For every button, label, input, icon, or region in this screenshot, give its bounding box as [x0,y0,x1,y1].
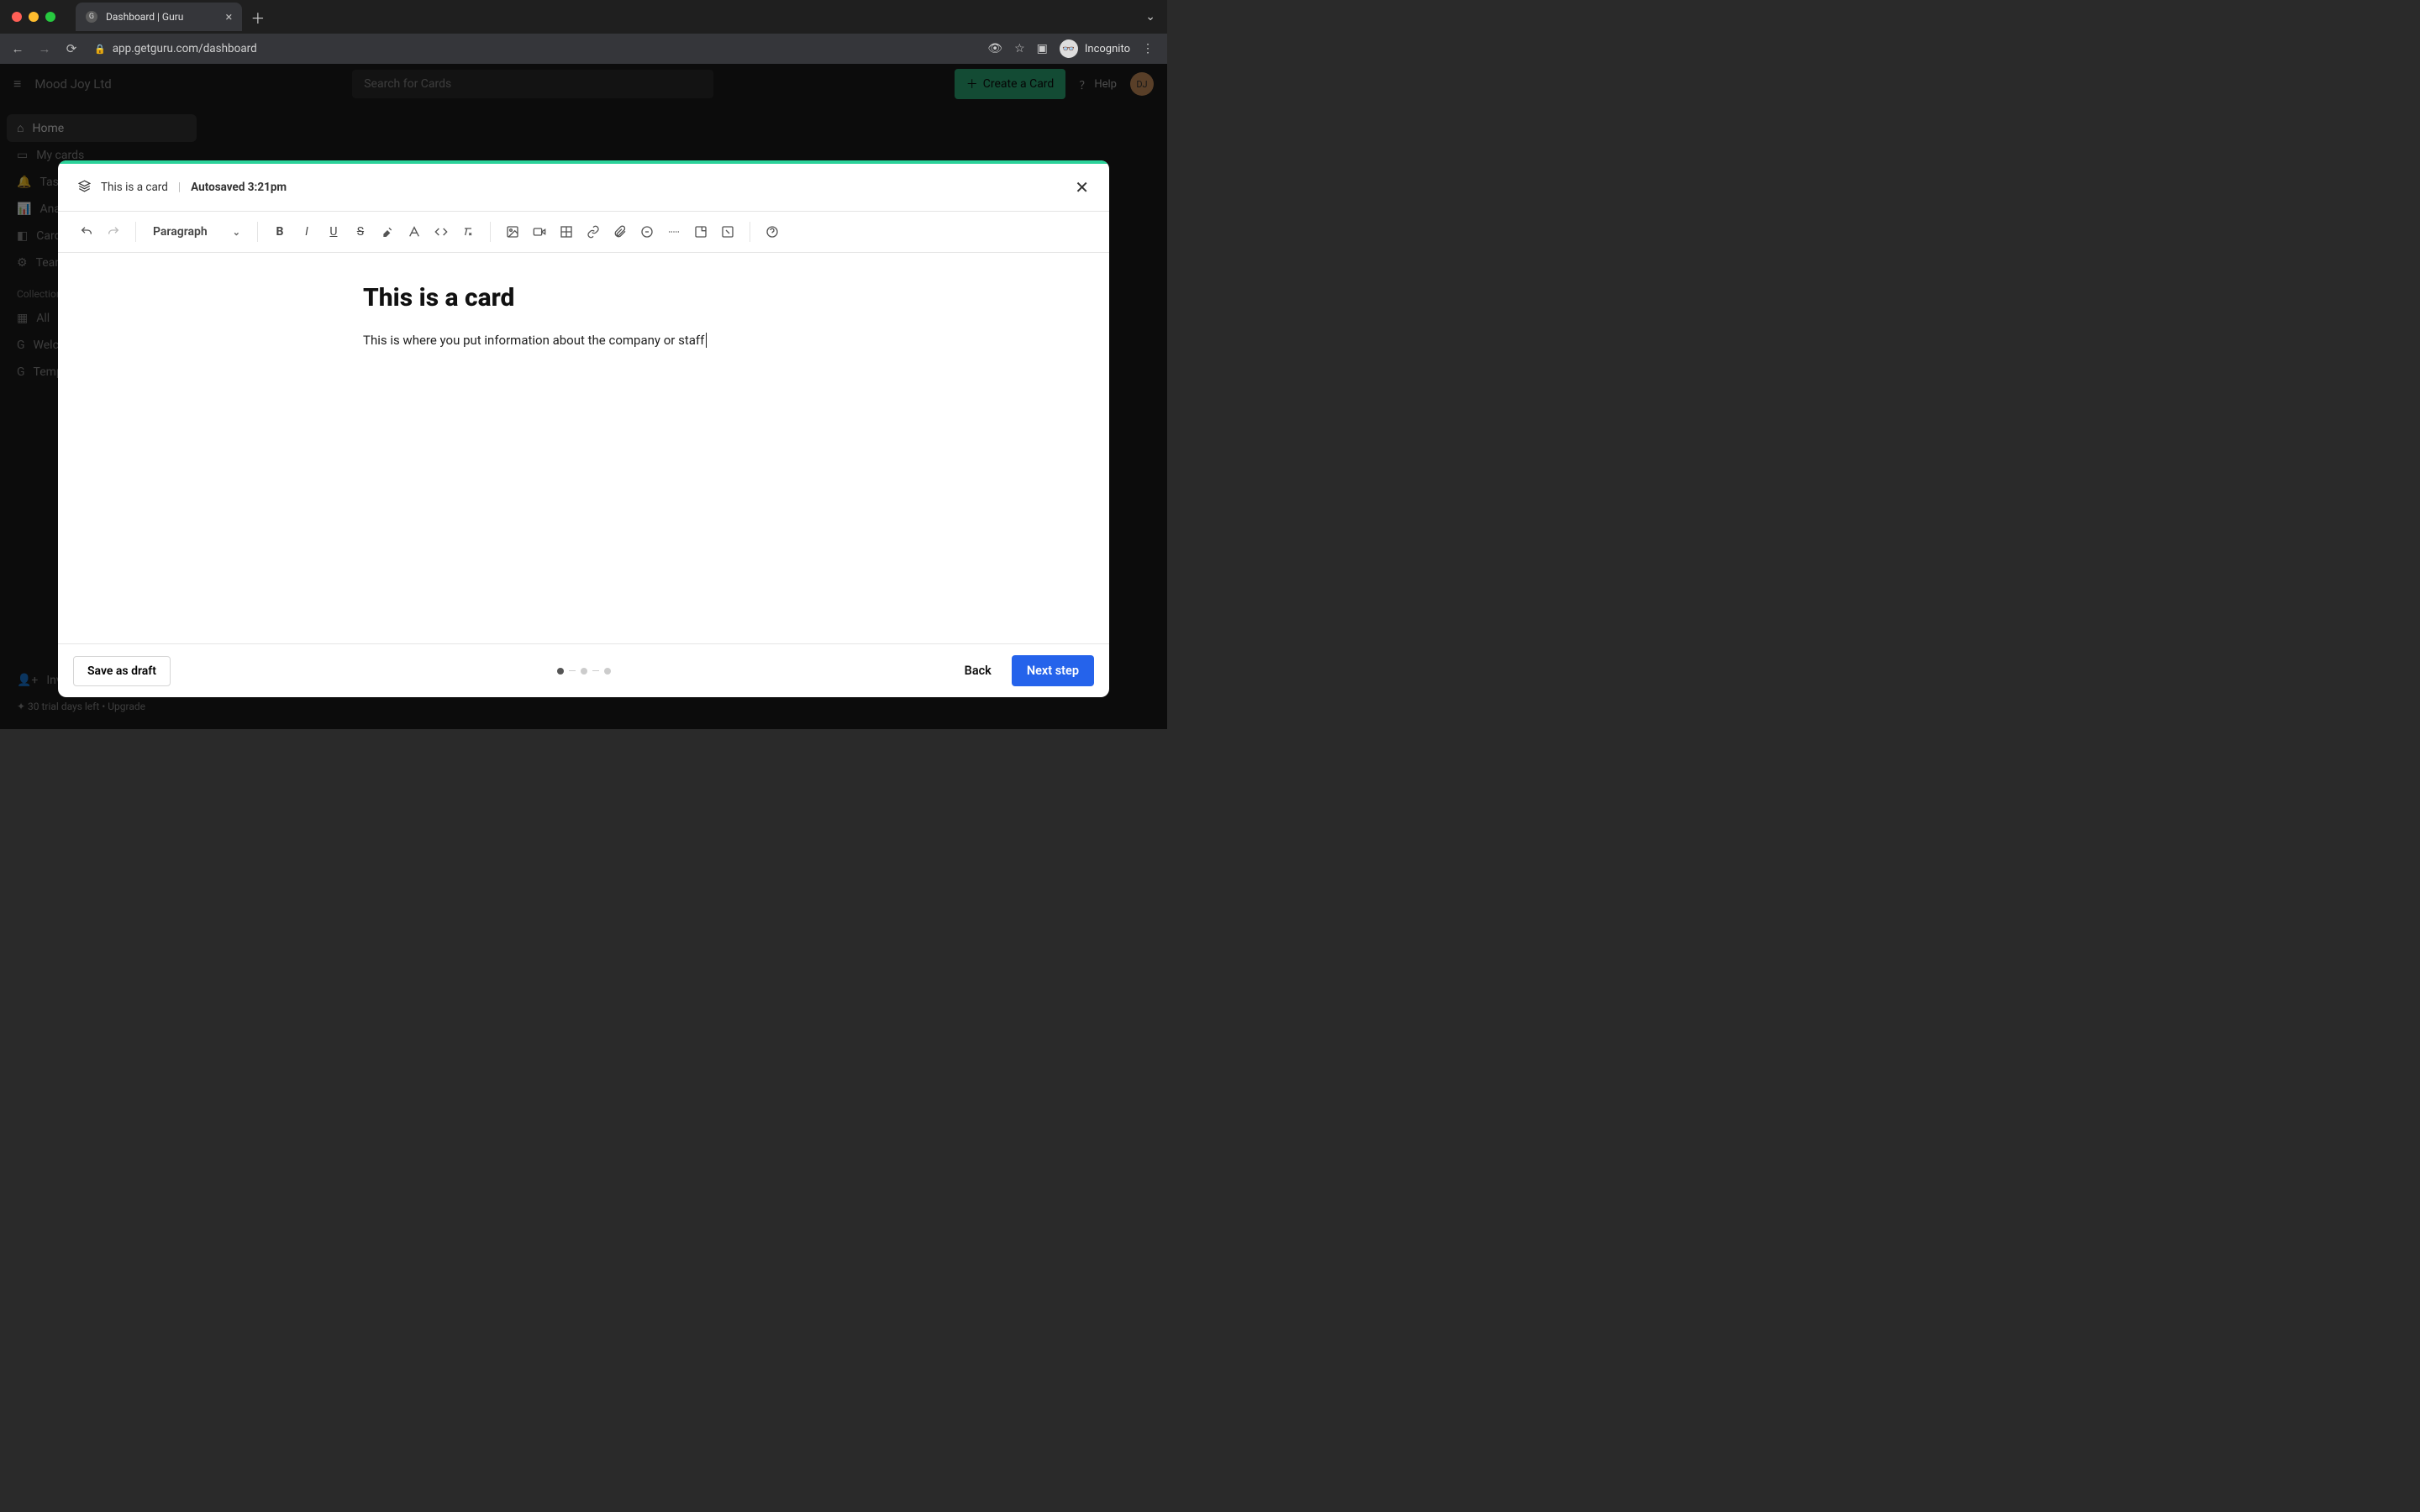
browser-tab[interactable]: G Dashboard | Guru × [76,3,242,31]
video-button[interactable] [528,220,551,244]
card-body[interactable]: This is where you put information about … [363,331,918,350]
editor-toolbar: Paragraph ⌄ B I U S [58,211,1109,253]
close-window-icon[interactable] [12,12,22,22]
incognito-label: Incognito [1085,43,1130,55]
tab-title: Dashboard | Guru [106,11,183,23]
card-editor-modal: This is a card | Autosaved 3:21pm ✕ Para… [58,160,1109,697]
browser-urlbar: ← → ⟳ 🔒 app.getguru.com/dashboard 👁 ☆ ▣ … [0,34,1167,64]
document: This is a card This is where you put inf… [363,283,918,350]
browser-titlebar: G Dashboard | Guru × ＋ ⌄ [0,0,1167,34]
underline-button[interactable]: U [322,220,345,244]
text-cursor [706,333,707,348]
step-indicator [557,668,611,675]
nav-back-button[interactable]: ← [8,41,27,56]
card-title[interactable]: This is a card [363,283,918,312]
paragraph-style-select[interactable]: Paragraph ⌄ [146,225,247,239]
extensions-icon[interactable]: ▣ [1037,42,1048,55]
image-button[interactable] [501,220,524,244]
window-controls [12,12,55,22]
save-as-draft-button[interactable]: Save as draft [73,656,171,686]
urlbar-right-icons: 👁 ☆ ▣ 👓 Incognito ⋮ [987,39,1154,58]
autosaved-status: Autosaved 3:21pm [191,181,287,194]
attachment-button[interactable] [608,220,632,244]
close-tab-icon[interactable]: × [225,9,232,24]
breadcrumb-card-title: This is a card [101,181,168,194]
iframe-button[interactable] [689,220,713,244]
lock-icon: 🔒 [94,44,106,55]
editor-canvas[interactable]: This is a card This is where you put inf… [58,253,1109,643]
next-step-button[interactable]: Next step [1012,655,1094,686]
incognito-indicator[interactable]: 👓 Incognito [1060,39,1130,58]
chevron-down-icon: ⌄ [233,227,240,238]
step-1-dot [557,668,564,675]
modal-header: This is a card | Autosaved 3:21pm ✕ [58,164,1109,211]
back-button[interactable]: Back [953,655,1003,686]
modal-footer: Save as draft Back Next step [58,643,1109,697]
url-text: app.getguru.com/dashboard [113,42,257,55]
kebab-menu-icon[interactable]: ⋮ [1142,42,1154,55]
address-bar[interactable]: 🔒 app.getguru.com/dashboard [94,42,979,55]
strikethrough-button[interactable]: S [349,220,372,244]
code-button[interactable] [429,220,453,244]
redo-button[interactable] [102,220,125,244]
bookmark-icon[interactable]: ☆ [1014,42,1025,55]
step-3-dot [604,668,611,675]
separator: | [178,181,181,194]
nav-forward-button: → [35,41,54,56]
undo-button[interactable] [75,220,98,244]
tab-favicon-icon: G [86,11,97,23]
block-button[interactable] [716,220,739,244]
minimize-window-icon[interactable] [29,12,39,22]
stack-icon [78,180,91,196]
close-modal-button[interactable]: ✕ [1075,177,1089,197]
tabstrip-chevron-icon[interactable]: ⌄ [1145,10,1155,24]
step-2-dot [581,668,587,675]
table-button[interactable] [555,220,578,244]
bold-button[interactable]: B [268,220,292,244]
help-button[interactable] [760,220,784,244]
clear-formatting-button[interactable] [456,220,480,244]
guru-card-button[interactable] [635,220,659,244]
nav-reload-button[interactable]: ⟳ [62,41,81,56]
divider-button[interactable] [662,220,686,244]
italic-button[interactable]: I [295,220,318,244]
link-button[interactable] [581,220,605,244]
style-select-label: Paragraph [153,225,208,239]
maximize-window-icon[interactable] [45,12,55,22]
incognito-icon: 👓 [1060,39,1078,58]
background-color-button[interactable] [376,220,399,244]
app-root: ≡ Mood Joy Ltd Search for Cards ＋ Create… [0,64,1167,729]
new-tab-button[interactable]: ＋ [250,7,265,28]
tracking-icon[interactable]: 👁 [987,42,1002,55]
text-color-button[interactable] [402,220,426,244]
